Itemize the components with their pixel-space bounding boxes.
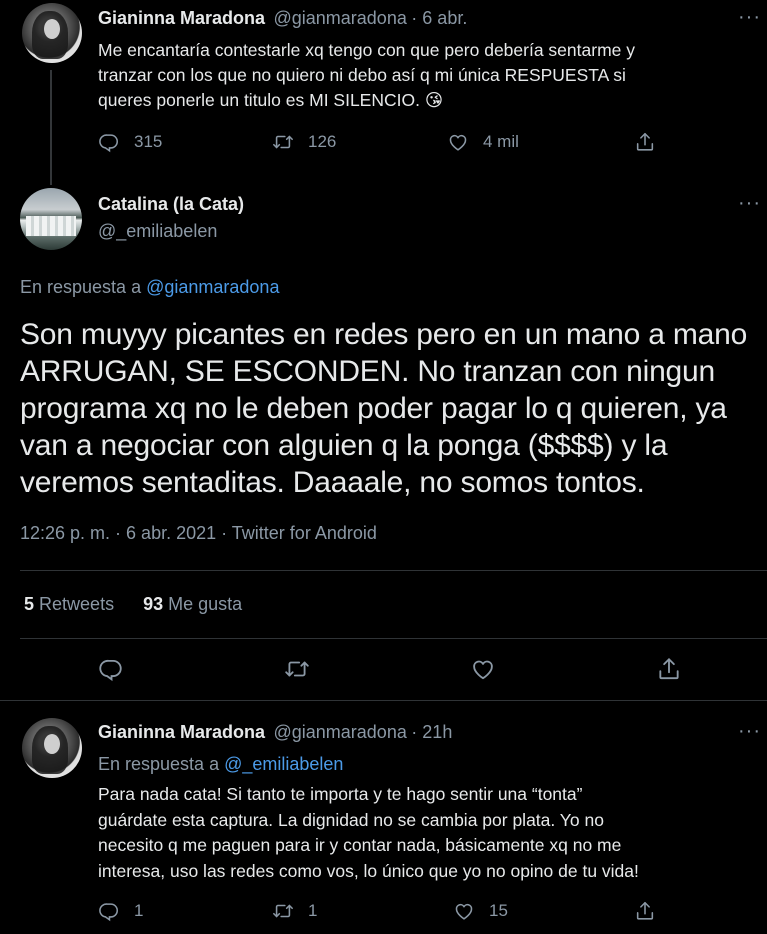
retweet-button[interactable]: 126 (272, 131, 336, 153)
retweet-icon (272, 131, 294, 153)
avatar[interactable] (22, 3, 82, 63)
more-icon[interactable]: ··· (738, 193, 761, 213)
reply-button[interactable]: 315 (98, 131, 162, 153)
tweet-text-line: Para nada cata! Si tanto te importa y te… (98, 784, 583, 804)
tweet-timestamp[interactable]: 12:26 p. m. · 6 abr. 2021 · Twitter for … (20, 523, 377, 544)
tweet-text-line: Son muyyy picantes en redes pero en un m… (20, 318, 748, 351)
retweets-stat[interactable]: 5 Retweets (24, 594, 114, 614)
reply-to-link[interactable]: @_emiliabelen (224, 754, 343, 774)
tweet-text: Para nada cata! Si tanto te importa y te… (98, 782, 763, 884)
like-count: 4 mil (483, 132, 519, 151)
retweet-icon (272, 900, 294, 922)
like-icon (470, 656, 496, 682)
reply-icon (98, 131, 120, 153)
author-name[interactable]: Catalina (la Cata) (98, 194, 244, 215)
reply-button[interactable] (98, 656, 124, 682)
thread-connector-line (50, 70, 52, 185)
kiss-emoji: 😘 (424, 90, 444, 110)
like-icon (453, 900, 475, 922)
likes-stat[interactable]: 93 Me gusta (143, 594, 242, 614)
like-button[interactable] (470, 656, 496, 682)
share-button[interactable] (634, 900, 656, 922)
share-icon (634, 900, 656, 922)
reply-icon (98, 656, 124, 682)
author-handle[interactable]: @gianmaradona (273, 8, 406, 28)
reply-prefix: En respuesta a (98, 754, 220, 774)
retweet-count: 1 (308, 901, 318, 920)
reply-context: En respuesta a @_emiliabelen (98, 754, 343, 775)
retweet-count: 126 (308, 132, 337, 151)
tweet-time[interactable]: · 21h (411, 722, 452, 742)
tweet-text-line: guárdate esta captura. La dignidad no se… (98, 809, 604, 830)
reply-to-link[interactable]: @gianmaradona (146, 277, 279, 297)
retweets-count: 5 (24, 594, 35, 614)
tweet-text-line: necesito q me paguen para ir y contar na… (98, 835, 622, 855)
reply-count: 315 (134, 132, 163, 151)
reply-context: En respuesta a @gianmaradona (20, 277, 279, 298)
tweet-header: Gianinna Maradona @gianmaradona · 6 abr. (98, 8, 467, 29)
more-icon[interactable]: ··· (738, 7, 761, 27)
share-button[interactable] (634, 131, 656, 153)
avatar[interactable] (20, 188, 82, 250)
more-icon[interactable]: ··· (738, 721, 761, 741)
divider (20, 638, 767, 639)
tweet-time[interactable]: · 6 abr. (411, 8, 467, 28)
share-icon (656, 656, 682, 682)
author-handle[interactable]: @gianmaradona (273, 722, 406, 742)
avatar-face (44, 19, 60, 39)
tweet-text-line: ARRUGAN, SE ESCONDEN. No tranzan con nin… (20, 355, 716, 388)
reply-icon (98, 900, 120, 922)
likes-count: 93 (143, 594, 164, 614)
reply-count: 1 (134, 901, 144, 920)
tweet-text-line: programa xq no le deben poder pagar lo q… (20, 392, 727, 425)
tweet-text: Me encantaría contestarle xq tengo con q… (98, 38, 758, 113)
engagement-counts: 5 Retweets 93 Me gusta (24, 594, 242, 615)
author-handle[interactable]: @_emiliabelen (98, 221, 217, 242)
divider (0, 700, 767, 701)
share-icon (634, 131, 656, 153)
like-count: 15 (489, 901, 508, 920)
reply-button[interactable]: 1 (98, 900, 143, 922)
likes-label: Me gusta (168, 594, 243, 614)
tweet-text-line: van a negociar con alguien q la ponga ($… (20, 429, 668, 462)
tweet-text-line: queres ponerle un titulo es MI SILENCIO.… (98, 88, 758, 113)
avatar[interactable] (22, 718, 82, 778)
avatar-waterfall (26, 216, 76, 236)
retweets-label: Retweets (39, 594, 115, 614)
tweet-text-line: tranzar con los que no quiero ni debo as… (98, 65, 626, 85)
tweet-text-line: queres ponerle un titulo es MI SILENCIO. (98, 90, 420, 110)
like-button[interactable]: 4 mil (447, 131, 519, 153)
tweet-text-line: interesa, uso las redes como vos, lo úni… (98, 860, 639, 881)
reply-prefix: En respuesta a (20, 277, 142, 297)
like-icon (447, 131, 469, 153)
retweet-button[interactable]: 1 (272, 900, 317, 922)
like-button[interactable]: 15 (453, 900, 508, 922)
author-name[interactable]: Gianinna Maradona (98, 8, 265, 28)
retweet-icon (284, 656, 310, 682)
retweet-button[interactable] (284, 656, 310, 682)
tweet-header: Gianinna Maradona @gianmaradona · 21h (98, 722, 452, 743)
tweet-text-line: Me encantaría contestarle xq tengo con q… (98, 40, 635, 60)
tweet-text-line: veremos sentaditas. Daaaale, no somos to… (20, 466, 645, 499)
tweet-text: Son muyyy picantes en redes pero en un m… (20, 316, 760, 501)
author-name[interactable]: Gianinna Maradona (98, 722, 265, 742)
divider (20, 570, 767, 571)
avatar-face (44, 734, 60, 754)
share-button[interactable] (656, 656, 682, 682)
